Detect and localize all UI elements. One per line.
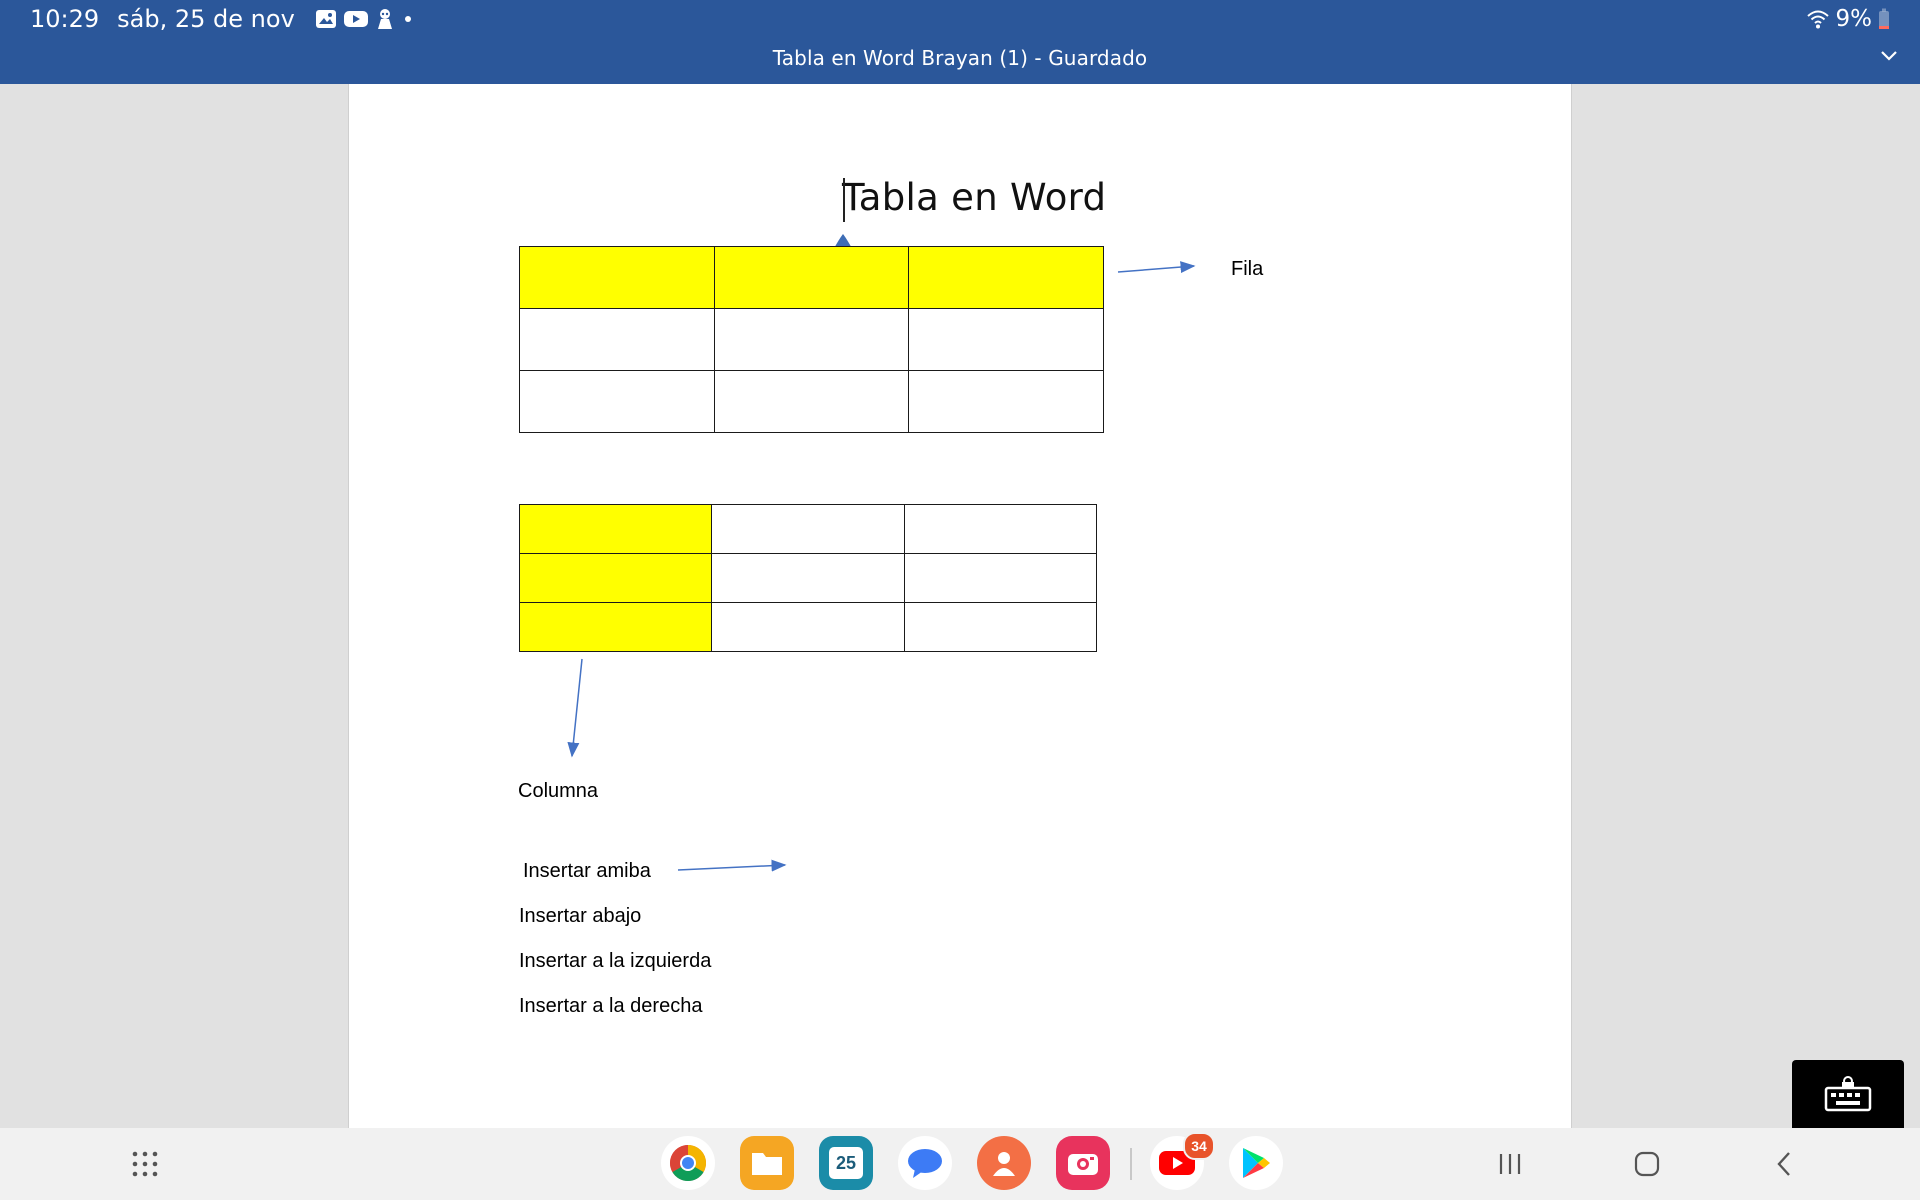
insert-item[interactable]: Insertar a la izquierda [519,950,711,973]
back-glyph [1777,1152,1790,1176]
chrome-icon[interactable] [661,1136,715,1190]
arrow-fila [1117,261,1196,274]
status-bar-right: 9% [1806,4,1891,34]
back-icon[interactable] [1764,1128,1804,1200]
camera-icon[interactable] [1056,1136,1110,1190]
messages-icon[interactable] [898,1136,952,1190]
contacts-icon[interactable] [977,1136,1031,1190]
person-glyph [993,1152,1015,1176]
play-store-icon[interactable] [1229,1136,1283,1190]
status-bar-left: 10:29 sáb, 25 de nov [30,4,415,34]
home-icon[interactable] [1627,1128,1667,1200]
notification-icons [315,8,415,30]
arrow-insertar [677,859,787,872]
taskbar-divider [1130,1148,1132,1180]
label-columna[interactable]: Columna [518,780,598,803]
label-fila[interactable]: Fila [1231,258,1263,281]
keyboard-toggle-button[interactable] [1792,1060,1904,1128]
camera-glyph [1068,1154,1098,1175]
insert-item[interactable]: Insertar amiba [523,860,651,883]
chrome-glyph [669,1145,707,1182]
recents-glyph [1499,1154,1521,1174]
game-icon [377,9,392,29]
recents-icon[interactable] [1490,1128,1530,1200]
home-glyph [1634,1151,1660,1177]
youtube-icon [343,11,368,27]
arrow-columna [567,658,583,758]
youtube-badge: 34 [1183,1132,1215,1160]
insert-item[interactable]: Insertar abajo [519,905,641,928]
chevron-down-icon[interactable] [1880,50,1898,62]
play-glyph [1243,1148,1270,1178]
document-title[interactable]: Tabla en Word Brayan (1) - Guardado [0,46,1920,70]
calendar-icon[interactable]: 25 [819,1136,873,1190]
battery-icon [1879,8,1889,29]
folder-glyph [752,1153,782,1175]
keyboard-icon [1824,1076,1872,1112]
top-bar: 10:29 sáb, 25 de nov 9% Tabla en Word Br… [0,0,1920,84]
battery-level: 9% [1835,6,1873,32]
wifi-icon [1806,10,1829,29]
apps-grid-icon[interactable] [120,1128,170,1200]
chat-bubble-glyph [908,1149,942,1178]
calendar-day: 25 [829,1147,863,1179]
insert-item[interactable]: Insertar a la derecha [519,995,702,1018]
gallery-icon [315,10,336,28]
apps-grid-glyph [132,1151,158,1177]
status-date: sáb, 25 de nov [117,5,295,33]
taskbar: 25 34 [0,1128,1920,1200]
status-time: 10:29 [30,5,100,33]
files-icon[interactable] [740,1136,794,1190]
document-page[interactable]: Tabla en Word Fila Columna Insertar amib… [348,84,1572,1129]
dot-icon [404,16,411,22]
